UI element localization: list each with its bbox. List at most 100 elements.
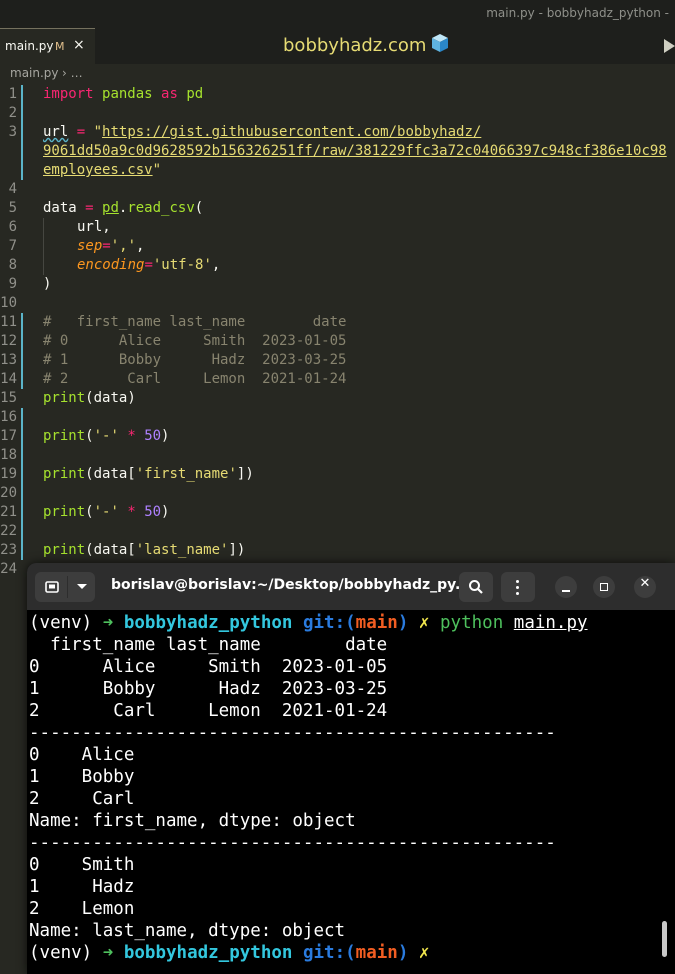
git-added-marker	[21, 408, 23, 427]
output-line: 2 Carl Lemon 2021-01-24	[29, 701, 388, 721]
breadcrumb-symbols[interactable]: › …	[62, 66, 83, 80]
line-number: 3	[8, 124, 17, 140]
line-number: 17	[0, 428, 17, 444]
terminal-window[interactable]: borislav@borislav:~/Desktop/bobbyhadz_py…	[27, 563, 675, 974]
code-line: 19 print(data['first_name'])	[0, 465, 675, 484]
comma: ,	[136, 238, 145, 254]
code-editor[interactable]: 1 import pandas as pd 2 3 url = "https://g…	[0, 85, 675, 579]
prompt-arrow: ➜	[102, 943, 114, 963]
maximize-button[interactable]	[593, 576, 615, 598]
line-number: 14	[0, 371, 17, 387]
modified-indicator: M	[55, 40, 65, 53]
new-tab-button[interactable]	[35, 572, 95, 602]
output-line: first_name last_name date	[29, 635, 388, 655]
url-string[interactable]: employees.csv	[43, 162, 153, 178]
search-icon	[469, 580, 483, 594]
paren: (	[85, 504, 94, 520]
menu-button[interactable]	[501, 572, 535, 602]
url-string[interactable]: https://gist.githubusercontent.com/bobby…	[102, 124, 481, 140]
output-line: 0 Smith	[29, 855, 135, 875]
close-tab-button[interactable]: ×	[73, 37, 85, 53]
string: ','	[110, 238, 137, 254]
code-line: 11 # first_name last_name date	[0, 313, 675, 332]
line-number: 13	[0, 352, 17, 368]
code-line: 12 # 0 Alice Smith 2023-01-05	[0, 332, 675, 351]
comment: # 1 Bobby Hadz 2023-03-25	[43, 352, 347, 368]
separator	[67, 576, 68, 598]
operator: =	[144, 257, 153, 273]
line-number: 22	[0, 523, 17, 539]
code-line-wrap: employees.csv"	[0, 161, 675, 180]
module-alias: pd	[102, 200, 119, 216]
breadcrumb-file[interactable]: main.py	[10, 66, 59, 80]
git-branch: main	[355, 943, 398, 963]
title-bar: main.py - bobbyhadz_python -	[0, 0, 675, 28]
string: 'first_name'	[135, 466, 237, 482]
git-added-marker	[21, 161, 23, 180]
output-line: 0 Alice Smith 2023-01-05	[29, 657, 388, 677]
variable: data	[43, 200, 77, 216]
code-line: 7 sep=',',	[0, 237, 675, 256]
code-line: 15 print(data)	[0, 389, 675, 408]
venv-label: (venv)	[29, 613, 103, 633]
close-button[interactable]: ✕	[634, 576, 656, 598]
site-title-text: bobbyhadz.com	[283, 35, 427, 56]
line-number: 19	[0, 466, 17, 482]
git-label: git:(	[302, 613, 356, 633]
search-button[interactable]	[459, 572, 493, 602]
new-tab-icon	[45, 581, 59, 593]
close-icon: ✕	[639, 576, 651, 591]
git-added-marker	[21, 541, 23, 560]
operator: *	[118, 428, 145, 444]
site-title: bobbyhadz.com	[283, 33, 450, 56]
cube-icon	[432, 34, 449, 52]
line-number: 2	[8, 105, 17, 121]
tab-bar: main.py M × bobbyhadz.com	[0, 28, 675, 64]
maximize-icon	[600, 583, 608, 591]
function-name: print	[43, 542, 86, 558]
code-line: 4	[0, 180, 675, 199]
git-added-marker	[21, 522, 23, 541]
tab-main-py[interactable]: main.py M ×	[0, 28, 95, 64]
terminal-header: borislav@borislav:~/Desktop/bobbyhadz_py…	[27, 563, 675, 610]
code-line: 20	[0, 484, 675, 503]
module-name: pandas	[102, 86, 153, 102]
window-title: main.py - bobbyhadz_python -	[486, 6, 669, 20]
git-added-marker	[21, 313, 23, 332]
keyword: as	[161, 86, 178, 102]
argument: url,	[77, 219, 111, 235]
prompt-arrow: ➜	[102, 613, 114, 633]
line-number: 20	[0, 485, 17, 501]
line-number: 9	[8, 276, 17, 292]
git-branch: main	[355, 613, 398, 633]
line-number: 5	[8, 200, 17, 216]
line-number: 4	[8, 181, 17, 197]
git-added-marker	[21, 142, 23, 161]
scrollbar-thumb[interactable]	[662, 921, 667, 957]
play-icon[interactable]	[664, 39, 675, 53]
minimize-button[interactable]	[555, 576, 577, 598]
chevron-down-icon[interactable]	[77, 584, 87, 589]
string: '-'	[93, 428, 119, 444]
url-string[interactable]: 9061dd50a9c0d9628592b156326251ff/raw/381…	[43, 143, 667, 159]
output-line: 2 Carl	[29, 789, 135, 809]
number: 50	[144, 504, 162, 520]
output-line: 2 Lemon	[29, 899, 135, 919]
output-line: 1 Hadz	[29, 877, 135, 897]
paren: (	[194, 200, 204, 216]
git-added-marker	[21, 427, 23, 446]
dirty-indicator: ✗	[418, 943, 430, 963]
terminal-title: borislav@borislav:~/Desktop/bobbyhadz_py…	[111, 577, 471, 593]
keyword-argument: sep	[77, 238, 103, 254]
code-line: 22	[0, 522, 675, 541]
indent-guide	[43, 218, 44, 237]
string: 'last_name'	[135, 542, 229, 558]
code-line: 9)	[0, 275, 675, 294]
git-added-marker	[21, 104, 23, 123]
prompt-line: (venv) ➜ bobbyhadz_python git:(main) ✗ p…	[29, 612, 659, 634]
line-number: 24	[0, 561, 17, 577]
argument: data[	[93, 466, 136, 482]
code-line: 2	[0, 104, 675, 123]
code-line: 8 encoding='utf-8',	[0, 256, 675, 275]
terminal-output[interactable]: (venv) ➜ bobbyhadz_python git:(main) ✗ p…	[29, 612, 659, 964]
